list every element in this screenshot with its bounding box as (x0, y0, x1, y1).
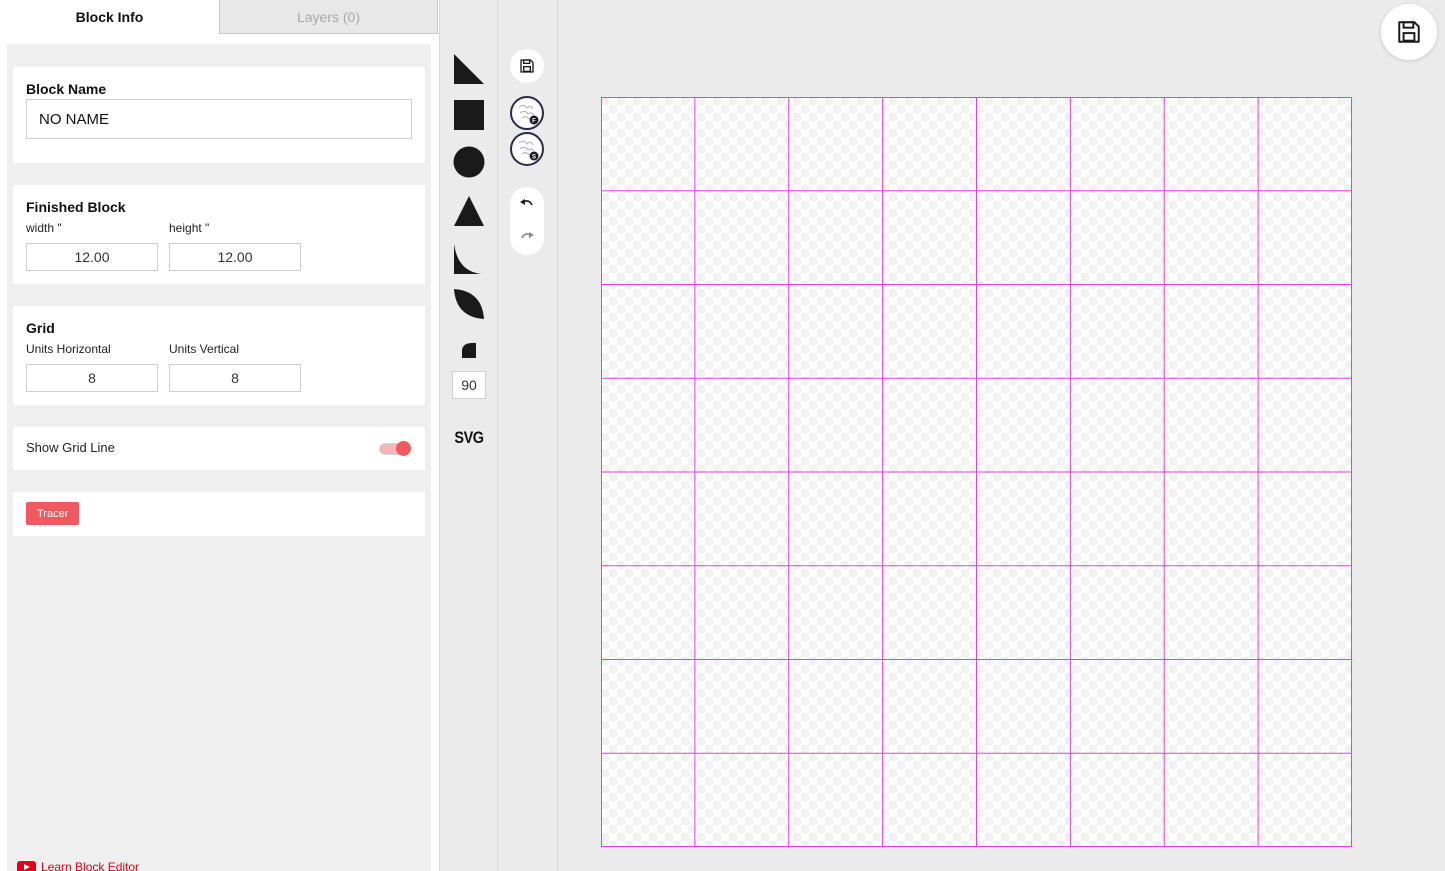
leaf-shape-icon[interactable] (453, 288, 485, 320)
left-panel: Block Info Layers (0) Block Name Finishe… (0, 0, 439, 871)
undo-icon[interactable] (519, 197, 535, 211)
units-horizontal-input[interactable] (26, 364, 158, 392)
shape-toolbar: SVG (439, 0, 498, 871)
block-name-input[interactable] (26, 99, 412, 139)
tab-block-info[interactable]: Block Info (0, 0, 219, 34)
action-toolbar: F S (498, 0, 558, 871)
block-name-card: Block Name (13, 67, 425, 163)
left-panel-body: Block Name Finished Block width " height… (7, 44, 431, 871)
svg-text:F: F (532, 119, 536, 125)
floppy-disk-icon (520, 59, 534, 73)
block-canvas[interactable] (601, 97, 1352, 847)
grid-title: Grid (26, 320, 55, 336)
fabric-swatch-f-icon: F (518, 104, 539, 125)
width-label: width " (26, 221, 62, 235)
angle-input[interactable] (452, 371, 486, 399)
fabric-s-button[interactable]: S (510, 132, 544, 166)
grid-card: Grid Units Horizontal Units Vertical (13, 306, 425, 405)
concave-curve-shape-icon[interactable] (453, 243, 485, 275)
units-horizontal-label: Units Horizontal (26, 342, 111, 356)
svg-import-button[interactable]: SVG (444, 428, 493, 448)
save-small-button[interactable] (510, 49, 544, 83)
height-label: height " (169, 221, 210, 235)
redo-icon[interactable] (519, 230, 535, 244)
tab-layers[interactable]: Layers (0) (219, 0, 438, 34)
right-triangle-shape-icon[interactable] (453, 53, 485, 85)
units-vertical-label: Units Vertical (169, 342, 240, 356)
show-grid-line-card: Show Grid Line (13, 427, 425, 470)
quarter-shape-icon[interactable] (459, 337, 479, 359)
show-grid-line-toggle[interactable] (379, 440, 411, 456)
tracer-card: Tracer (13, 492, 425, 536)
history-pill (510, 187, 544, 255)
learn-block-editor-label: Learn Block Editor (41, 860, 140, 871)
triangle-shape-icon[interactable] (453, 195, 485, 227)
toggle-thumb (396, 441, 411, 456)
finished-block-title: Finished Block (26, 199, 126, 215)
block-name-label: Block Name (26, 81, 107, 97)
save-button[interactable] (1381, 4, 1437, 60)
circle-shape-icon[interactable] (453, 146, 485, 178)
width-input[interactable] (26, 243, 158, 271)
block-grid[interactable] (601, 97, 1352, 847)
square-shape-icon[interactable] (453, 99, 485, 131)
height-input[interactable] (169, 243, 301, 271)
fabric-f-button[interactable]: F (510, 96, 544, 130)
youtube-icon (17, 860, 36, 871)
fabric-swatch-s-icon: S (518, 140, 539, 161)
show-grid-line-label: Show Grid Line (26, 440, 115, 455)
learn-block-editor-link[interactable]: Learn Block Editor (17, 860, 139, 871)
units-vertical-input[interactable] (169, 364, 301, 392)
finished-block-card: Finished Block width " height " (13, 185, 425, 284)
tab-bar: Block Info Layers (0) (0, 0, 439, 34)
tracer-button[interactable]: Tracer (26, 502, 80, 525)
svg-text:S: S (532, 155, 536, 161)
floppy-disk-icon (1398, 21, 1420, 43)
